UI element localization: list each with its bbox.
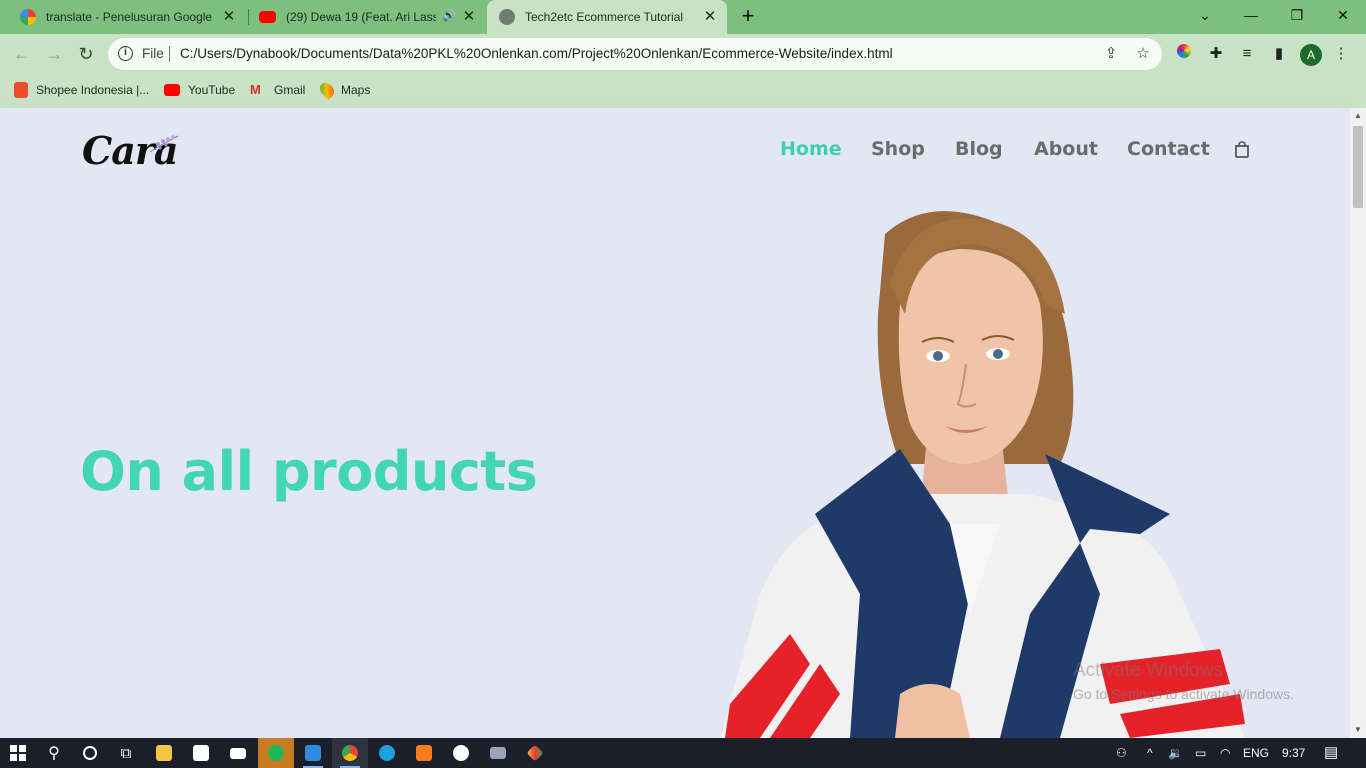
search-icon[interactable]: ⚲ xyxy=(36,738,72,768)
tab-strip: translate - Penelusuran Google ✕ (29) De… xyxy=(0,0,1366,34)
people-icon[interactable]: ⚇ xyxy=(1116,738,1127,768)
minimize-button[interactable]: — xyxy=(1228,0,1274,30)
language-indicator[interactable]: ENG xyxy=(1243,738,1269,768)
nav-home[interactable]: Home xyxy=(780,138,842,160)
spotify-icon[interactable] xyxy=(258,738,294,768)
tab-title: Tech2etc Ecommerce Tutorial xyxy=(525,10,684,24)
nav-shop[interactable]: Shop xyxy=(871,138,925,160)
git-icon[interactable] xyxy=(517,738,553,768)
window-close-button[interactable]: ✕ xyxy=(1320,0,1366,30)
new-tab-button[interactable]: + xyxy=(737,5,759,28)
activate-windows-title: Activate Windows xyxy=(1073,660,1223,681)
cortana-icon[interactable] xyxy=(72,738,108,768)
chrome-icon[interactable] xyxy=(332,738,368,768)
url-scheme: File xyxy=(142,46,164,61)
bookmark-label: Maps xyxy=(341,83,371,97)
youtube-icon xyxy=(164,84,180,96)
nav-blog[interactable]: Blog xyxy=(955,138,1003,160)
volume-icon[interactable]: 🔉 xyxy=(1168,738,1183,768)
address-bar[interactable]: i File C:/Users/Dynabook/Documents/Data%… xyxy=(108,38,1162,70)
mail-icon[interactable] xyxy=(220,738,256,768)
xampp-icon[interactable] xyxy=(406,738,442,768)
hero-heading: On all products xyxy=(80,440,538,503)
wifi-icon[interactable]: ◠ xyxy=(1220,738,1230,768)
browser-toolbar: ← → ↻ i File C:/Users/Dynabook/Documents… xyxy=(0,34,1366,74)
restore-button[interactable]: ❐ xyxy=(1274,0,1320,30)
site-header: Cara Home Shop Blog About Contact xyxy=(0,108,1350,194)
avatar[interactable]: A xyxy=(1300,44,1322,66)
bookmark-label: YouTube xyxy=(188,83,236,97)
windows-start-icon[interactable] xyxy=(0,738,36,768)
nav-about[interactable]: About xyxy=(1034,138,1098,160)
gmail-icon: M xyxy=(250,82,261,97)
bookmark-gmail[interactable]: M Gmail xyxy=(250,76,305,104)
tab-ecommerce-tutorial[interactable]: Tech2etc Ecommerce Tutorial ✕ xyxy=(487,0,727,34)
youtube-icon xyxy=(259,11,276,23)
maps-icon xyxy=(317,80,337,100)
share-icon[interactable]: ⇪ xyxy=(1102,45,1120,63)
bookmark-youtube[interactable]: YouTube xyxy=(164,76,235,104)
file-explorer-icon[interactable] xyxy=(146,738,182,768)
tab-title: translate - Penelusuran Google xyxy=(46,10,213,24)
edge-icon[interactable] xyxy=(369,738,405,768)
tab-title: (29) Dewa 19 (Feat. Ari Lasso xyxy=(286,10,436,24)
close-icon[interactable]: ✕ xyxy=(220,8,238,26)
clock[interactable]: 9:37 xyxy=(1282,738,1305,768)
globe-icon xyxy=(499,9,515,25)
windows-taskbar: ⚲ ⧉ ⚇ ^ 🔉 ▭ ◠ ENG 9:37 ▤ xyxy=(0,738,1366,768)
store-icon[interactable] xyxy=(183,738,219,768)
activate-windows-hint: Go to Settings to activate Windows. xyxy=(1073,686,1294,702)
model-photo xyxy=(720,211,1245,738)
battery-icon[interactable]: ▭ xyxy=(1195,738,1206,768)
scroll-down-icon[interactable]: ▼ xyxy=(1353,725,1363,735)
forward-button[interactable]: → xyxy=(42,42,66,66)
tab-separator xyxy=(248,9,249,25)
whatsapp-icon[interactable] xyxy=(443,738,479,768)
close-icon[interactable]: ✕ xyxy=(460,8,478,26)
color-extension-icon[interactable] xyxy=(1174,44,1194,64)
tab-youtube[interactable]: (29) Dewa 19 (Feat. Ari Lasso 🔊 ✕ xyxy=(250,0,486,34)
tab-search-icon[interactable]: ⌄ xyxy=(1182,0,1228,30)
notifications-icon[interactable]: ▤ xyxy=(1324,738,1338,768)
bookmark-shopee[interactable]: Shopee Indonesia |... xyxy=(14,76,149,104)
menu-kebab-icon[interactable]: ⋮ xyxy=(1331,44,1351,64)
extensions-puzzle-icon[interactable]: ✚ xyxy=(1206,44,1226,64)
page-scrollbar[interactable]: ▲ ▼ xyxy=(1350,108,1366,738)
google-icon xyxy=(20,9,36,25)
bookmark-star-icon[interactable]: ☆ xyxy=(1134,45,1152,63)
scroll-up-icon[interactable]: ▲ xyxy=(1353,111,1363,121)
scroll-thumb[interactable] xyxy=(1353,126,1363,208)
chevron-up-icon[interactable]: ^ xyxy=(1147,738,1153,768)
bookmark-maps[interactable]: Maps xyxy=(317,76,371,104)
camera-icon[interactable] xyxy=(480,738,516,768)
close-icon[interactable]: ✕ xyxy=(701,8,719,26)
back-button[interactable]: ← xyxy=(10,42,34,66)
info-icon[interactable]: i xyxy=(118,46,133,61)
speaker-icon[interactable]: 🔊 xyxy=(442,9,456,22)
media-queue-icon[interactable]: ≡ xyxy=(1237,44,1257,64)
reload-button[interactable]: ↻ xyxy=(74,42,98,66)
browser-chrome: translate - Penelusuran Google ✕ (29) De… xyxy=(0,0,1366,108)
nav-contact[interactable]: Contact xyxy=(1127,138,1210,160)
hero-section: On all products Activate Windows Go to S… xyxy=(0,194,1350,738)
url-text[interactable]: C:/Users/Dynabook/Documents/Data%20PKL%2… xyxy=(180,46,893,61)
shopee-icon xyxy=(14,82,28,98)
tab-google-search[interactable]: translate - Penelusuran Google ✕ xyxy=(10,0,246,34)
vscode-icon[interactable] xyxy=(295,738,331,768)
bookmark-label: Gmail xyxy=(274,83,306,97)
side-panel-icon[interactable]: ▮ xyxy=(1269,44,1289,64)
task-view-icon[interactable]: ⧉ xyxy=(108,738,144,768)
bookmark-label: Shopee Indonesia |... xyxy=(36,83,150,97)
bookmarks-bar: Shopee Indonesia |... YouTube M Gmail Ma… xyxy=(0,76,1366,104)
shopping-bag-icon[interactable] xyxy=(1234,141,1250,158)
lavender-sprig-icon xyxy=(149,135,179,153)
divider xyxy=(169,46,170,62)
